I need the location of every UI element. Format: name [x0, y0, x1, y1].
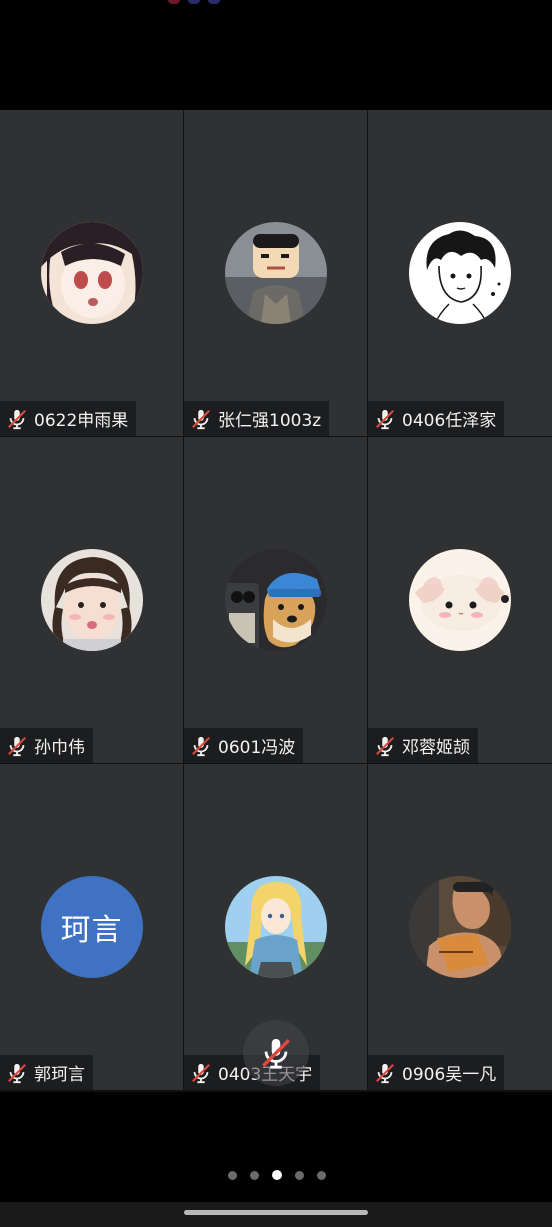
mic-off-icon — [190, 735, 212, 757]
participant-tile[interactable]: 0406任泽家 — [368, 110, 552, 436]
participant-name: 0406任泽家 — [402, 411, 497, 431]
participant-name: 孙巾伟 — [34, 738, 85, 758]
avatar — [40, 549, 143, 651]
avatar — [224, 549, 327, 651]
status-bar — [0, 0, 552, 110]
participant-name-label: 0406任泽家 — [368, 401, 505, 436]
self-mute-button[interactable] — [243, 1020, 309, 1086]
mic-off-icon — [190, 1062, 212, 1084]
participant-tile[interactable]: 张仁强1003z — [184, 110, 367, 436]
participant-tile[interactable]: 0601冯波 — [184, 437, 367, 763]
participant-name: 邓蓉姬颉 — [402, 738, 470, 758]
page-dot[interactable] — [250, 1170, 259, 1180]
status-indicators — [168, 0, 220, 4]
mic-off-icon — [6, 408, 28, 430]
avatar — [409, 876, 511, 978]
page-dot-active[interactable] — [272, 1170, 282, 1180]
text-avatar: 珂言 — [40, 876, 143, 978]
page-indicator — [228, 1170, 326, 1180]
page-dot[interactable] — [228, 1170, 237, 1180]
mic-off-icon — [6, 1062, 28, 1084]
avatar — [409, 549, 511, 651]
participant-tile[interactable]: 0622申雨果 — [0, 110, 183, 436]
participant-grid: 0622申雨果 张仁强1003z 0406任泽家 孙巾伟 0601冯波 邓蓉姬颉… — [0, 110, 552, 1092]
avatar — [224, 876, 327, 978]
page-dot[interactable] — [317, 1170, 326, 1180]
mic-off-icon — [374, 1062, 396, 1084]
participant-tile[interactable]: 0906吴一凡 — [368, 764, 552, 1090]
participant-name: 郭珂言 — [34, 1065, 85, 1085]
home-indicator[interactable] — [184, 1210, 368, 1215]
mic-off-icon — [374, 408, 396, 430]
mic-off-icon — [6, 735, 28, 757]
page-dot[interactable] — [295, 1170, 304, 1180]
participant-name-label: 郭珂言 — [0, 1055, 93, 1090]
mic-off-icon — [374, 735, 396, 757]
participant-name-label: 孙巾伟 — [0, 728, 93, 763]
mic-off-icon — [262, 1038, 290, 1069]
avatar — [224, 222, 327, 324]
participant-name-label: 0601冯波 — [184, 728, 304, 763]
participant-name: 张仁强1003z — [218, 411, 322, 431]
avatar — [409, 222, 511, 324]
participant-tile[interactable]: 孙巾伟 — [0, 437, 183, 763]
avatar — [40, 222, 143, 324]
participant-name-label: 张仁强1003z — [184, 401, 330, 436]
participant-name-label: 0622申雨果 — [0, 401, 137, 436]
bottom-bar — [0, 1092, 552, 1227]
participant-name-label: 0906吴一凡 — [368, 1055, 505, 1090]
participant-name: 0601冯波 — [218, 738, 296, 758]
participant-name-label: 邓蓉姬颉 — [368, 728, 478, 763]
participant-name: 0622申雨果 — [34, 411, 129, 431]
participant-tile[interactable]: 邓蓉姬颉 — [368, 437, 552, 763]
mic-off-icon — [190, 408, 212, 430]
participant-tile[interactable]: 珂言 郭珂言 — [0, 764, 183, 1090]
participant-name: 0906吴一凡 — [402, 1065, 497, 1085]
